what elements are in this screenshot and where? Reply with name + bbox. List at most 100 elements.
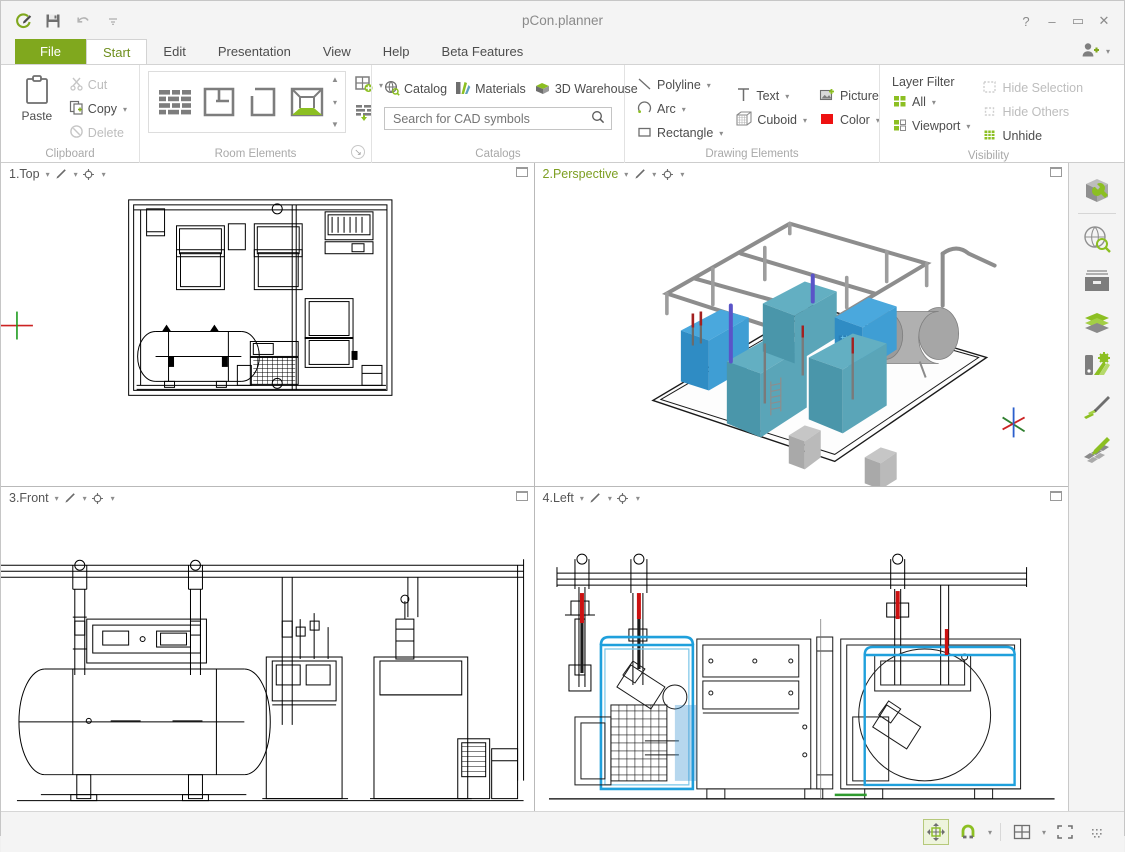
gallery-scroll-down-icon[interactable]: ▾ [333,98,337,107]
camera-icon[interactable] [91,491,105,505]
account-add-button[interactable]: ▾ [1081,41,1110,62]
arc-caret-icon[interactable]: ▾ [680,105,686,114]
minimize-button[interactable]: – [1040,11,1064,31]
viewport-top-camera-caret-icon[interactable]: ▾ [100,170,106,179]
group-label-visibility: Visibility ↑ [888,148,1089,164]
viewport-perspective-name-caret-icon[interactable]: ▾ [622,170,628,179]
viewport-left-name[interactable]: 4.Left [543,491,574,505]
fullscreen-button[interactable] [1052,819,1078,845]
close-button[interactable]: ✕ [1092,11,1116,31]
viewport-top-name-caret-icon[interactable]: ▾ [44,170,50,179]
paste-button[interactable]: Paste [9,71,65,123]
tab-file[interactable]: File [15,39,86,64]
arc-button[interactable]: Arc ▾ [633,97,727,121]
materials-button[interactable]: Materials [451,77,530,101]
viewport-perspective-render-caret-icon[interactable]: ▾ [650,170,656,179]
picture-button[interactable]: Picture [815,84,884,108]
move-gizmo-toggle[interactable] [922,819,949,845]
viewport-left-render-caret-icon[interactable]: ▾ [606,494,612,503]
viewport-top[interactable]: 1.Top ▾ ▾ ▾ [1,163,535,487]
viewport-perspective-camera-caret-icon[interactable]: ▾ [678,170,684,179]
copy-button[interactable]: Copy ▾ [65,97,131,121]
rectangle-label: Rectangle [657,126,714,140]
viewport-perspective-canvas[interactable] [535,185,1069,486]
archive-icon[interactable] [1075,260,1119,302]
render-mode-icon[interactable] [54,167,68,181]
cut-button[interactable]: Cut [65,73,131,97]
layer-viewport-caret-icon[interactable]: ▾ [964,122,970,131]
hide-others-button[interactable]: Hide Others [978,100,1087,124]
cad-search-box[interactable] [384,107,612,130]
materials-palette-icon[interactable] [1075,344,1119,386]
search-input[interactable] [391,110,591,127]
viewport-layout-button[interactable] [1009,819,1035,845]
catalog-button[interactable]: Catalog [380,77,451,101]
viewport-perspective[interactable]: 2.Perspective ▾ ▾ ▾ [534,163,1069,487]
snap-caret-icon[interactable]: ▾ [988,828,992,837]
viewport-left[interactable]: 4.Left ▾ ▾ ▾ [534,487,1069,811]
search-icon[interactable] [591,110,605,127]
tab-beta-features[interactable]: Beta Features [426,39,540,64]
floorplan-button[interactable] [197,76,241,128]
layout-caret-icon[interactable]: ▾ [1042,828,1046,837]
cuboid-button[interactable]: Cuboid ▾ [731,108,811,132]
catalog-search-icon[interactable] [1075,218,1119,260]
rectangle-button[interactable]: Rectangle ▾ [633,121,727,145]
hide-selection-button[interactable]: Hide Selection [978,76,1087,100]
viewport-top-name[interactable]: 1.Top [9,167,40,181]
viewport-front-name[interactable]: 3.Front [9,491,49,505]
rendering-icon[interactable] [1075,428,1119,470]
app-title: pCon.planner [521,13,604,28]
viewport-top-render-caret-icon[interactable]: ▾ [72,170,78,179]
polyline-button[interactable]: Polyline ▾ [633,73,727,97]
color-button[interactable]: Color ▾ [815,108,884,132]
gallery-scroll[interactable]: ▲ ▾ ▼ [329,75,341,129]
render-mode-icon[interactable] [63,491,77,505]
layer-all-button[interactable]: All ▾ [888,90,974,114]
viewport-top-canvas[interactable] [1,185,534,486]
layer-viewport-button[interactable]: Viewport ▾ [888,114,974,138]
copy-caret-icon[interactable]: ▾ [121,105,127,114]
layer-all-caret-icon[interactable]: ▾ [930,98,936,107]
polyline-caret-icon[interactable]: ▾ [705,81,711,90]
viewport-front-canvas[interactable] [1,509,534,811]
camera-icon[interactable] [616,491,630,505]
text-button[interactable]: Text ▾ [731,84,811,108]
render-mode-icon[interactable] [588,491,602,505]
viewport-front-camera-caret-icon[interactable]: ▾ [109,494,115,503]
viewport-left-canvas[interactable] [535,509,1069,811]
tab-start[interactable]: Start [85,39,148,64]
viewport-perspective-name[interactable]: 2.Perspective [543,167,619,181]
viewport-left-camera-caret-icon[interactable]: ▾ [634,494,640,503]
snap-magnet-toggle[interactable] [955,819,981,845]
object-properties-icon[interactable] [1075,169,1119,211]
room-opening-button[interactable] [241,76,285,128]
room-elements-dialog-launcher[interactable]: ↘ [351,145,365,159]
ribbon-group-room-elements: ▲ ▾ ▼ ▾ Room Elements ↘ [139,65,383,164]
cuboid-caret-icon[interactable]: ▾ [801,116,807,125]
room-3d-button[interactable] [285,76,329,128]
tab-presentation[interactable]: Presentation [202,39,307,64]
camera-icon[interactable] [660,167,674,181]
viewport-front-render-caret-icon[interactable]: ▾ [81,494,87,503]
viewport-front-name-caret-icon[interactable]: ▾ [53,494,59,503]
gallery-expand-icon[interactable]: ▼ [331,120,339,129]
tab-view[interactable]: View [307,39,367,64]
delete-button[interactable]: Delete [65,121,131,145]
wall-button[interactable] [153,76,197,128]
drawing-pen-icon[interactable] [1075,386,1119,428]
camera-icon[interactable] [82,167,96,181]
render-mode-icon[interactable] [632,167,646,181]
viewport-left-name-caret-icon[interactable]: ▾ [578,494,584,503]
gallery-scroll-up-icon[interactable]: ▲ [331,75,339,84]
tab-edit[interactable]: Edit [147,39,201,64]
help-button[interactable]: ? [1014,11,1038,31]
maximize-button[interactable]: ▭ [1066,11,1090,31]
tab-help[interactable]: Help [367,39,426,64]
viewport-front[interactable]: 3.Front ▾ ▾ ▾ [1,487,535,811]
grid-snap-button[interactable] [1084,819,1110,845]
unhide-button[interactable]: Unhide [978,124,1087,148]
layers-icon[interactable] [1075,302,1119,344]
rectangle-caret-icon[interactable]: ▾ [717,129,723,138]
text-caret-icon[interactable]: ▾ [783,92,789,101]
